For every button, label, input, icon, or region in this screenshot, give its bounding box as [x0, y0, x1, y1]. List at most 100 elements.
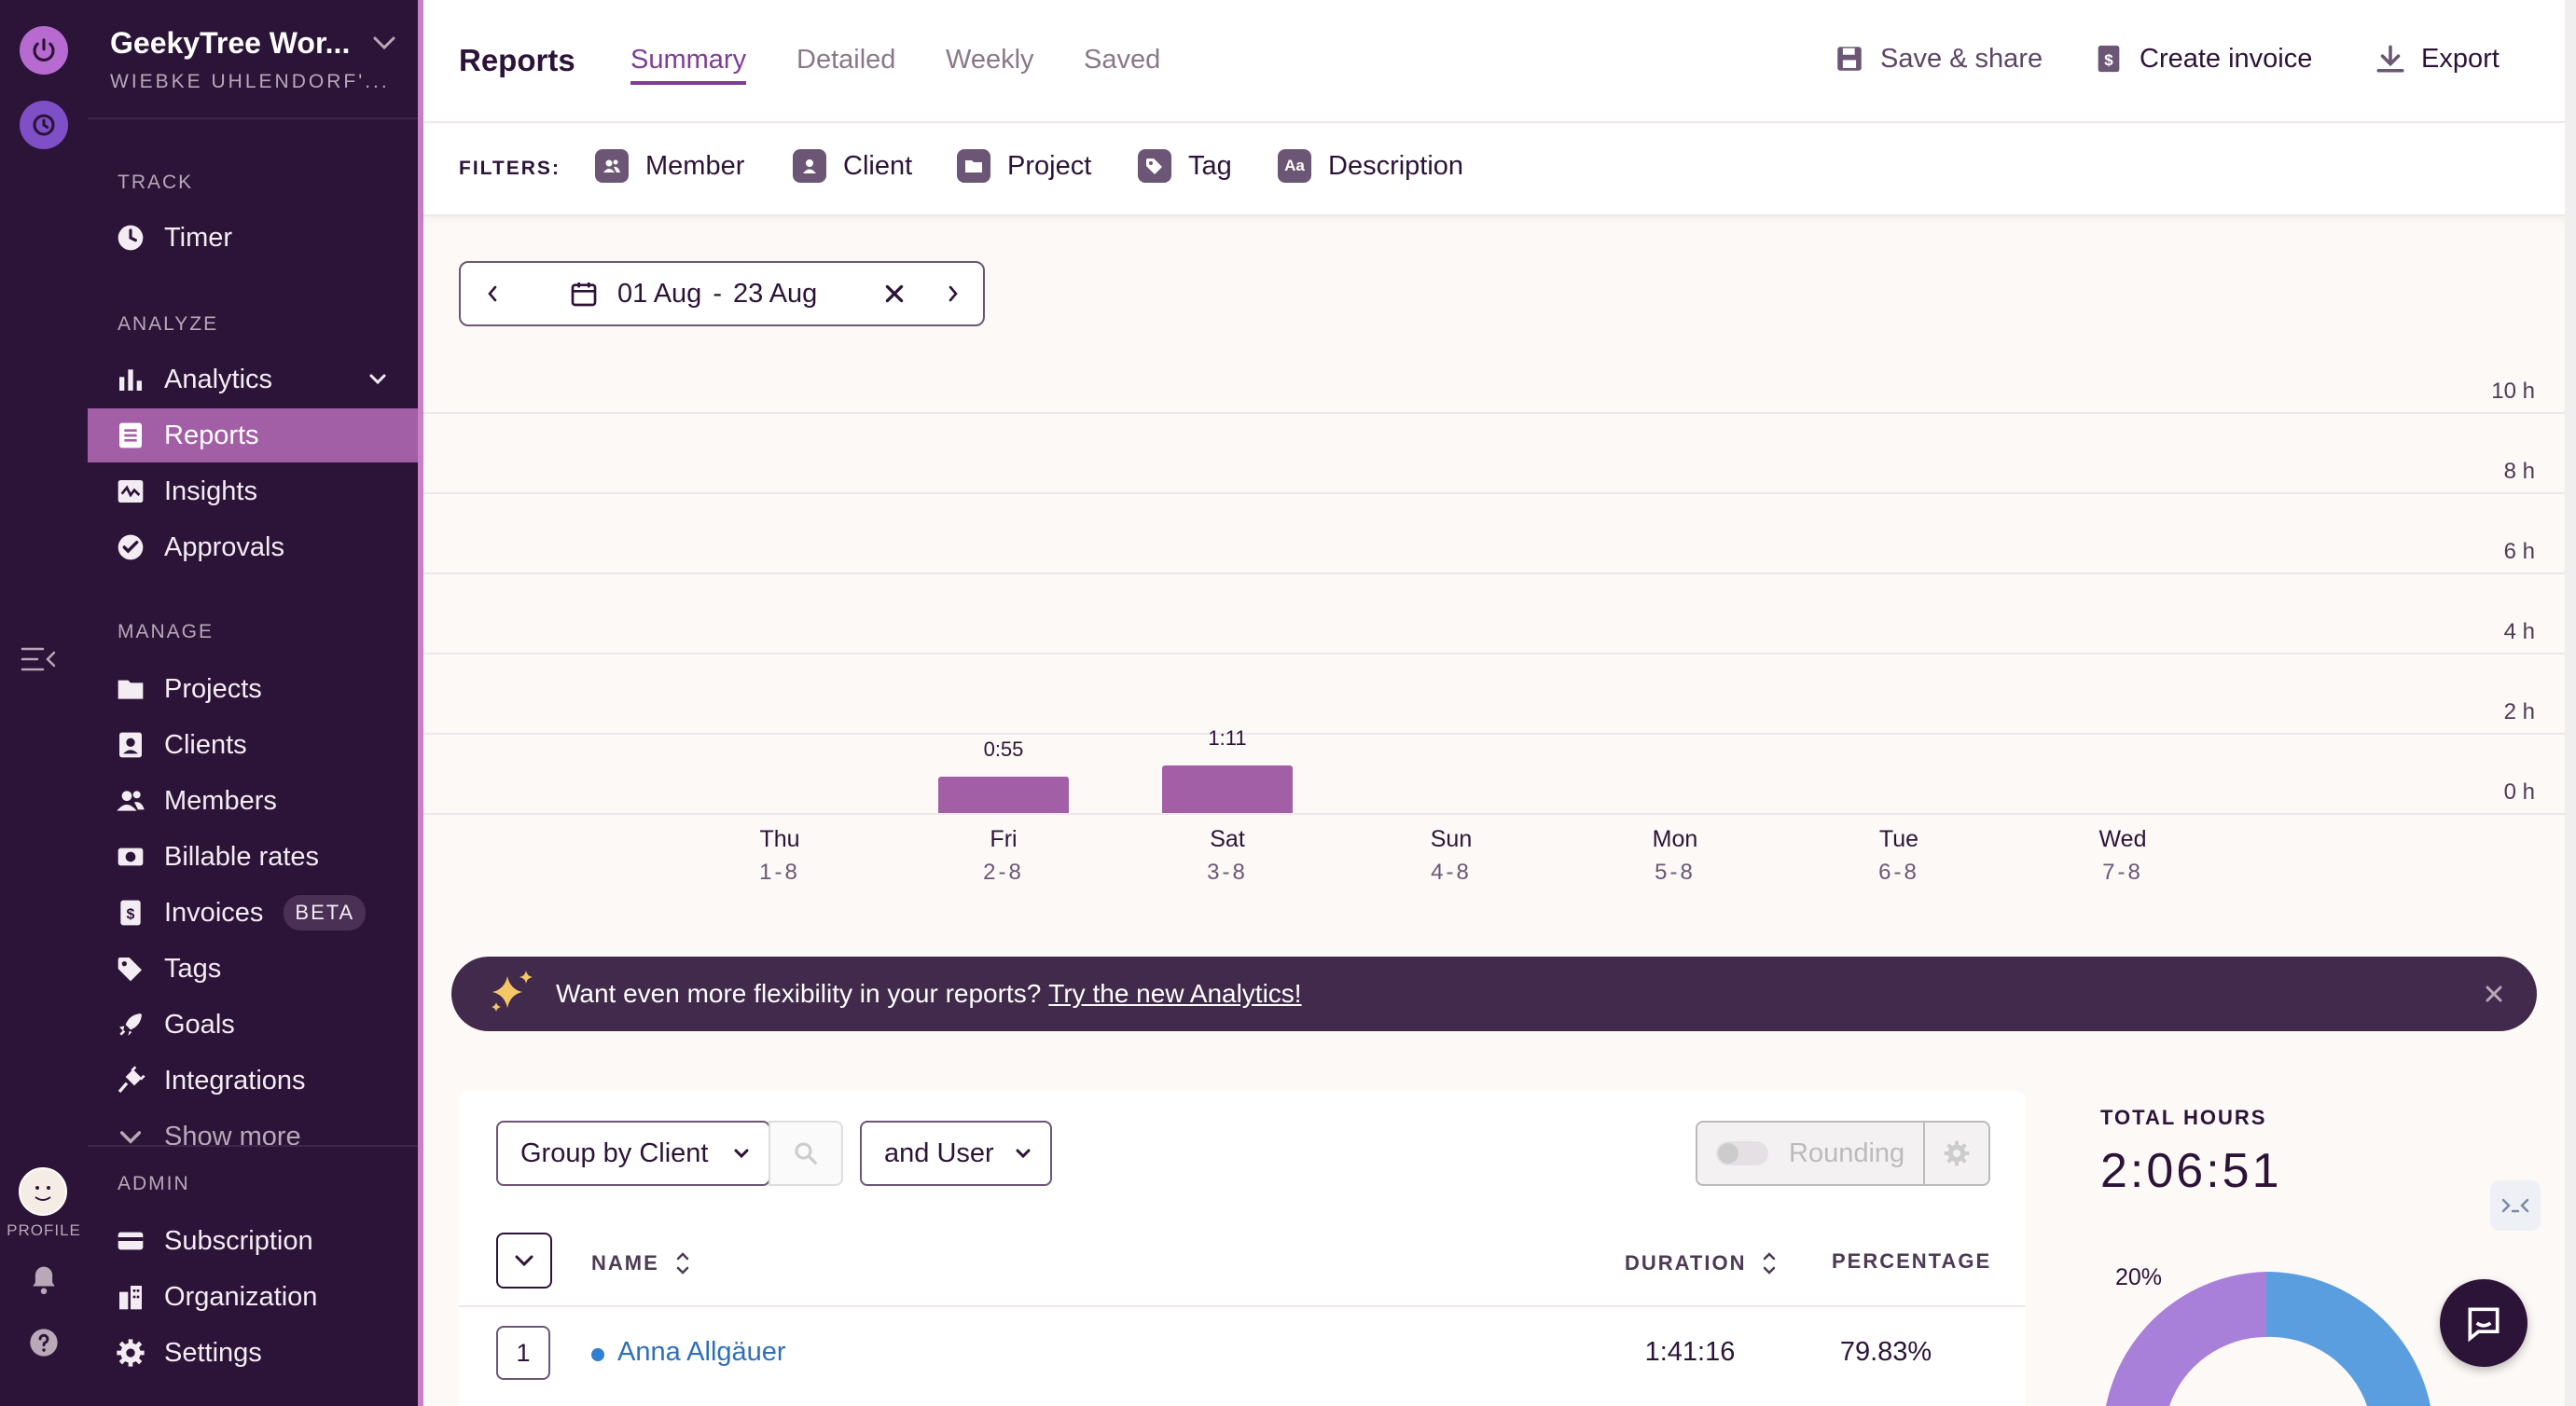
folder-icon	[957, 149, 990, 183]
plan-app-button[interactable]	[20, 101, 68, 149]
sidebar-item-clients[interactable]: Clients	[88, 718, 418, 772]
chat-launcher-button[interactable]	[2440, 1279, 2528, 1367]
sidebar-item-timer[interactable]: Timer	[88, 211, 418, 265]
sidebar-item-label: Approvals	[164, 531, 284, 562]
create-invoice-button[interactable]: $ Create invoice	[2093, 43, 2312, 75]
report-icon	[119, 422, 142, 448]
sidebar-item-tags[interactable]: Tags	[88, 942, 418, 996]
sidebar-item-subscription[interactable]: Subscription	[88, 1214, 418, 1268]
rounding-settings-button[interactable]	[1923, 1121, 1990, 1186]
sidebar-item-label: Invoices	[164, 897, 264, 928]
expand-all-button[interactable]	[496, 1233, 552, 1289]
try-analytics-link[interactable]: Try the new Analytics!	[1048, 979, 1301, 1009]
capture-icon	[2501, 1198, 2529, 1213]
sidebar-item-goals[interactable]: Goals	[88, 998, 418, 1052]
close-icon[interactable]	[2483, 983, 2505, 1005]
chart-bar[interactable]	[1162, 765, 1293, 813]
column-header-duration-label: DURATION	[1625, 1251, 1747, 1275]
filter-tag-label: Tag	[1188, 150, 1232, 181]
toggle-switch	[1716, 1141, 1768, 1165]
bar-data-label: 1:11	[1208, 726, 1247, 751]
sidebar-item-reports[interactable]: Reports	[88, 408, 418, 462]
sidebar-item-analytics[interactable]: Analytics	[88, 352, 418, 407]
rounding-toggle[interactable]: Rounding	[1696, 1121, 1925, 1186]
text-icon: Aa	[1278, 149, 1311, 183]
sidebar-item-insights[interactable]: Insights	[88, 464, 418, 518]
client-icon	[793, 149, 826, 183]
icon-rail: PROFILE	[0, 0, 88, 1406]
y-tick-label: 8 h	[2503, 459, 2535, 484]
page-scrollbar[interactable]	[2565, 0, 2576, 1406]
filter-description-label: Description	[1328, 150, 1464, 181]
sidebar-item-invoices[interactable]: $ Invoices BETA	[88, 886, 418, 940]
column-header-duration[interactable]: DURATION	[1625, 1249, 1778, 1277]
gear-icon	[1944, 1140, 1970, 1166]
search-icon	[795, 1142, 818, 1165]
filter-description[interactable]: Aa Description	[1278, 149, 1463, 183]
chevron-down-icon	[734, 1149, 749, 1159]
filter-tag[interactable]: Tag	[1138, 149, 1232, 183]
bell-icon[interactable]	[29, 1264, 59, 1301]
floppy-disk-icon	[1837, 47, 1862, 71]
chevron-right-icon[interactable]	[946, 283, 961, 304]
export-button[interactable]: Export	[2375, 43, 2500, 75]
date-range-picker: 01 Aug - 23 Aug	[459, 261, 985, 326]
x-tick-day: Fri	[990, 826, 1018, 852]
row-name-link[interactable]: Anna Allgäuer	[617, 1337, 786, 1368]
tab-weekly[interactable]: Weekly	[946, 45, 1034, 76]
credit-card-icon	[118, 1232, 144, 1250]
total-hours-value: 2:06:51	[2100, 1144, 2282, 1198]
svg-text:$: $	[2104, 51, 2113, 69]
sidebar-item-projects[interactable]: Projects	[88, 662, 418, 716]
sidebar-item-billable-rates[interactable]: Billable rates	[88, 830, 418, 884]
sidebar-item-label: Integrations	[164, 1065, 306, 1096]
sidebar-item-label: Tags	[164, 953, 222, 984]
bar-data-label: 0:55	[983, 737, 1024, 761]
column-header-percentage: PERCENTAGE	[1832, 1249, 1992, 1273]
sidebar-item-label: Goals	[164, 1009, 235, 1040]
sidebar-item-organization[interactable]: Organization	[88, 1270, 418, 1324]
filter-client[interactable]: Client	[793, 149, 912, 183]
sidebar-item-label: Members	[164, 785, 277, 816]
sub-group-select[interactable]: and User	[860, 1121, 1052, 1186]
date-separator: -	[713, 278, 722, 309]
date-range-button[interactable]: 01 Aug - 23 Aug	[569, 279, 817, 310]
save-share-button[interactable]: Save & share	[1834, 43, 2043, 75]
collapse-sidebar-icon[interactable]	[21, 643, 58, 680]
row-index: 1	[496, 1326, 550, 1380]
app-window: PROFILE GeekyTree Wor... WIEBKE UHLENDOR…	[0, 0, 2576, 1406]
group-by-select[interactable]: Group by Client	[496, 1121, 770, 1186]
invoice-icon: $	[2098, 45, 2120, 73]
search-button[interactable]	[769, 1121, 843, 1186]
filter-project[interactable]: Project	[957, 149, 1091, 183]
chart-bar[interactable]	[938, 776, 1069, 813]
client-icon	[119, 732, 142, 758]
profile-avatar[interactable]	[19, 1167, 67, 1216]
screenshot-tool-button[interactable]	[2490, 1180, 2541, 1231]
smiley-icon	[35, 1186, 51, 1201]
track-app-button[interactable]	[20, 26, 68, 75]
row-duration: 1:41:16	[1644, 1337, 1736, 1367]
sidebar-item-label: Organization	[164, 1281, 318, 1312]
y-tick-label: 0 h	[2503, 779, 2535, 805]
chevron-left-icon[interactable]	[485, 283, 500, 304]
table-row[interactable]: 1 Anna Allgäuer 1:41:16 79.83%	[459, 1307, 2026, 1406]
tab-saved[interactable]: Saved	[1084, 45, 1160, 76]
sidebar-item-members[interactable]: Members	[88, 774, 418, 828]
sidebar-item-label: Analytics	[164, 364, 273, 394]
filter-member[interactable]: Member	[595, 149, 744, 183]
download-icon	[2376, 45, 2404, 73]
help-icon[interactable]	[29, 1328, 59, 1362]
tab-detailed[interactable]: Detailed	[796, 45, 895, 76]
workspace-switcher[interactable]: GeekyTree Wor... WIEBKE UHLENDORF'...	[88, 0, 418, 119]
tab-summary[interactable]: Summary	[630, 45, 747, 85]
beta-badge: BETA	[284, 895, 367, 930]
sidebar-item-integrations[interactable]: Integrations	[88, 1054, 418, 1108]
filter-project-label: Project	[1007, 150, 1092, 181]
calendar-icon	[571, 283, 597, 307]
sidebar-item-settings[interactable]: Settings	[88, 1326, 418, 1380]
sidebar-item-approvals[interactable]: Approvals	[88, 520, 418, 574]
column-header-name[interactable]: NAME	[591, 1249, 691, 1277]
section-track: TRACK	[118, 172, 194, 193]
close-icon[interactable]	[882, 282, 907, 306]
